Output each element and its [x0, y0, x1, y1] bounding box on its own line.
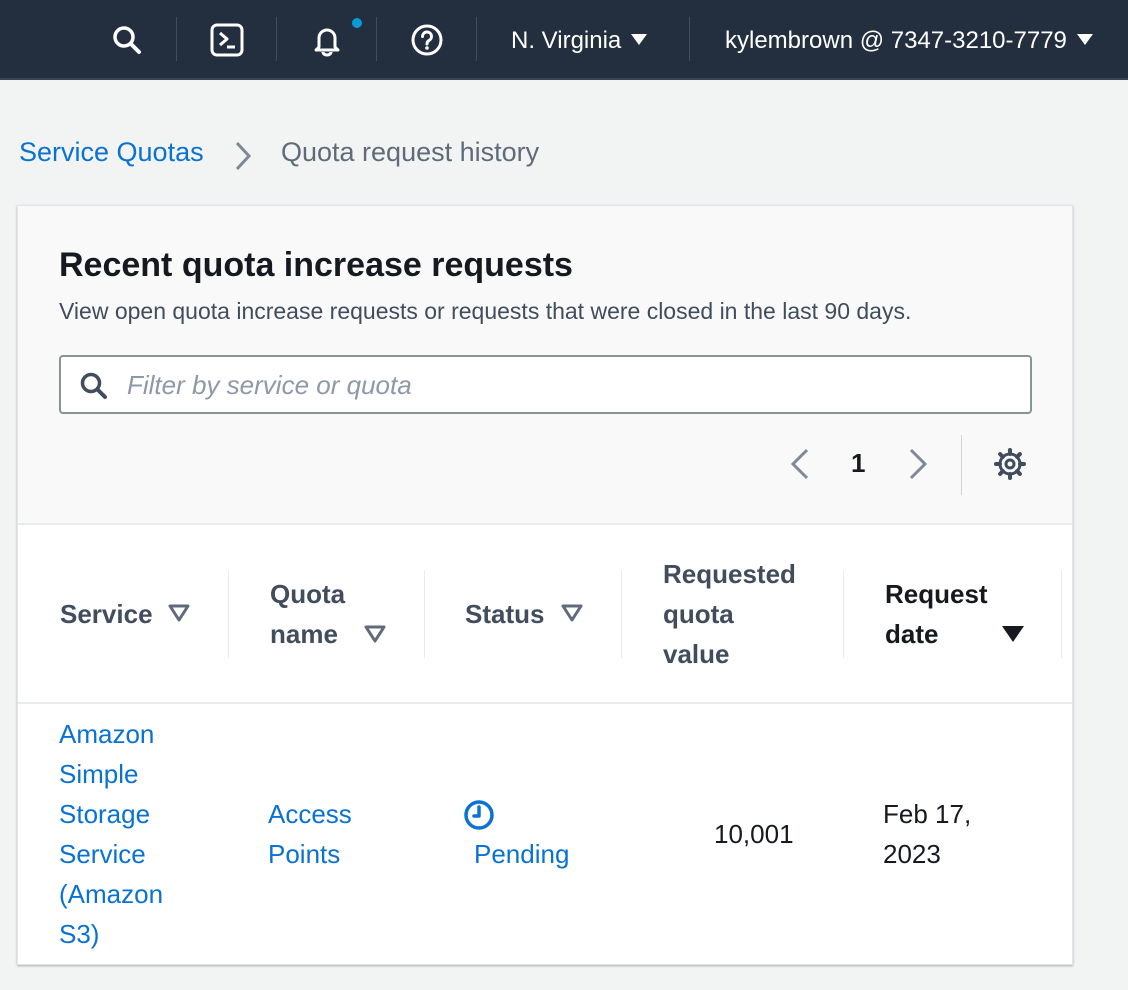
- nav-divider: [476, 17, 477, 61]
- column-divider: [1061, 570, 1062, 658]
- next-page-button[interactable]: [906, 447, 930, 486]
- column-header-label: value: [663, 639, 730, 669]
- request-date: Feb 17, 2023: [883, 794, 971, 874]
- sort-icon[interactable]: [364, 624, 386, 649]
- quota-name-line: Access: [268, 799, 352, 829]
- search-icon: [79, 371, 109, 406]
- account-label: kylembrown @ 7347-3210-7779: [725, 27, 1067, 54]
- status-pending-link[interactable]: Pending: [474, 834, 569, 874]
- previous-page-button[interactable]: [788, 447, 812, 486]
- filter-input[interactable]: [127, 365, 1007, 405]
- column-header-label: name: [270, 619, 338, 649]
- account-menu[interactable]: kylembrown @ 7347-3210-7779: [725, 24, 1093, 58]
- service-link-line: Simple: [59, 759, 139, 789]
- service-link-line: S3): [59, 919, 100, 949]
- service-link[interactable]: Amazon Simple Storage Service (Amazon S3…: [59, 714, 163, 954]
- help-icon[interactable]: [407, 20, 447, 60]
- request-date-line: Feb 17,: [883, 799, 972, 829]
- column-divider: [843, 570, 844, 658]
- table-divider: [18, 702, 1072, 704]
- column-header-requested-value[interactable]: Requested quota value: [663, 554, 796, 674]
- nav-divider: [176, 17, 177, 61]
- column-header-label: Quota: [270, 579, 346, 609]
- sort-icon[interactable]: [168, 603, 190, 628]
- panel-description: View open quota increase requests or req…: [59, 298, 912, 324]
- page-number[interactable]: 1: [851, 448, 865, 479]
- column-header-label: quota: [663, 599, 734, 629]
- column-header-label: date: [885, 619, 939, 649]
- column-header-label: Requested: [663, 559, 796, 589]
- filter-box: [59, 355, 1032, 414]
- breadcrumb-service-quotas[interactable]: Service Quotas: [19, 137, 204, 168]
- sort-icon[interactable]: [561, 603, 583, 628]
- service-link-line: Service: [59, 839, 146, 869]
- column-divider: [424, 570, 425, 658]
- column-header-quota-name[interactable]: Quota name: [270, 574, 345, 654]
- requested-value: 10,001: [714, 819, 794, 849]
- column-header-service[interactable]: Service: [60, 594, 153, 634]
- chevron-right-icon: [232, 140, 254, 177]
- breadcrumb-current: Quota request history: [281, 137, 540, 167]
- search-icon[interactable]: [107, 20, 147, 60]
- region-label: N. Virginia: [511, 27, 622, 54]
- gear-icon[interactable]: [993, 447, 1027, 486]
- service-link-line: (Amazon: [59, 879, 164, 909]
- quota-name-link[interactable]: Access Points: [268, 794, 352, 874]
- nav-divider: [376, 17, 377, 61]
- requests-panel: Recent quota increase requests View open…: [17, 205, 1073, 965]
- column-divider: [228, 570, 229, 658]
- column-divider: [621, 570, 622, 658]
- pending-clock-icon: [463, 799, 495, 836]
- column-header-label: Request: [885, 579, 988, 609]
- region-selector[interactable]: N. Virginia: [511, 24, 648, 58]
- column-header-label: Status: [465, 599, 545, 629]
- panel-header: Recent quota increase requests View open…: [18, 206, 1072, 525]
- column-header-status[interactable]: Status: [465, 594, 544, 634]
- panel-title: Recent quota increase requests: [59, 246, 573, 284]
- sort-descending-icon[interactable]: [1001, 624, 1025, 649]
- pagination-divider: [961, 435, 962, 495]
- caret-down-icon: [631, 34, 648, 46]
- service-link-line: Storage: [59, 799, 151, 829]
- request-date-line: 2023: [883, 839, 941, 869]
- column-header-request-date[interactable]: Request date: [885, 574, 988, 654]
- cloudshell-icon[interactable]: [207, 20, 247, 60]
- notification-dot: [352, 18, 362, 28]
- caret-down-icon: [1076, 34, 1093, 46]
- nav-divider: [276, 17, 277, 61]
- quota-name-line: Points: [268, 839, 341, 869]
- nav-divider: [689, 17, 690, 61]
- top-navigation: N. Virginia kylembrown @ 7347-3210-7779: [0, 0, 1128, 80]
- column-header-label: Service: [60, 599, 153, 629]
- service-link-line: Amazon: [59, 719, 155, 749]
- notifications-icon[interactable]: [307, 20, 347, 60]
